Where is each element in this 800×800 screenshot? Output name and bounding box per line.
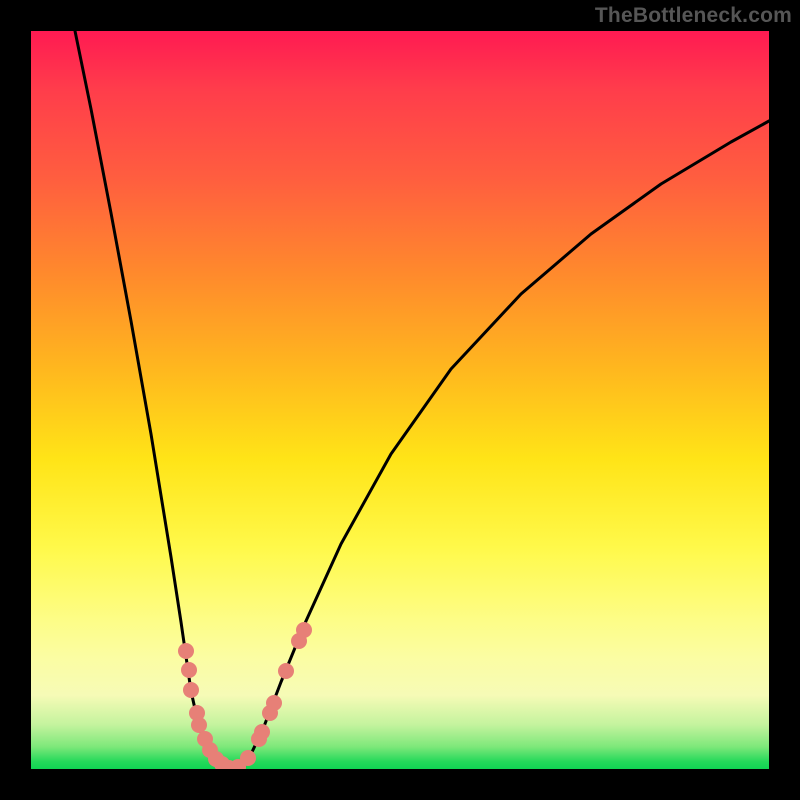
data-marker [178, 643, 194, 659]
data-marker [278, 663, 294, 679]
curve-right-branch [231, 121, 769, 769]
chart-frame: TheBottleneck.com [0, 0, 800, 800]
data-marker [296, 622, 312, 638]
data-marker [191, 717, 207, 733]
watermark-text: TheBottleneck.com [595, 4, 792, 28]
curve-layer [31, 31, 769, 769]
data-marker [183, 682, 199, 698]
plot-area [31, 31, 769, 769]
curve-left-branch [75, 31, 231, 769]
bottleneck-curve [75, 31, 769, 769]
data-marker [254, 724, 270, 740]
data-marker [266, 695, 282, 711]
data-marker [181, 662, 197, 678]
data-markers [178, 622, 312, 769]
data-marker [240, 750, 256, 766]
